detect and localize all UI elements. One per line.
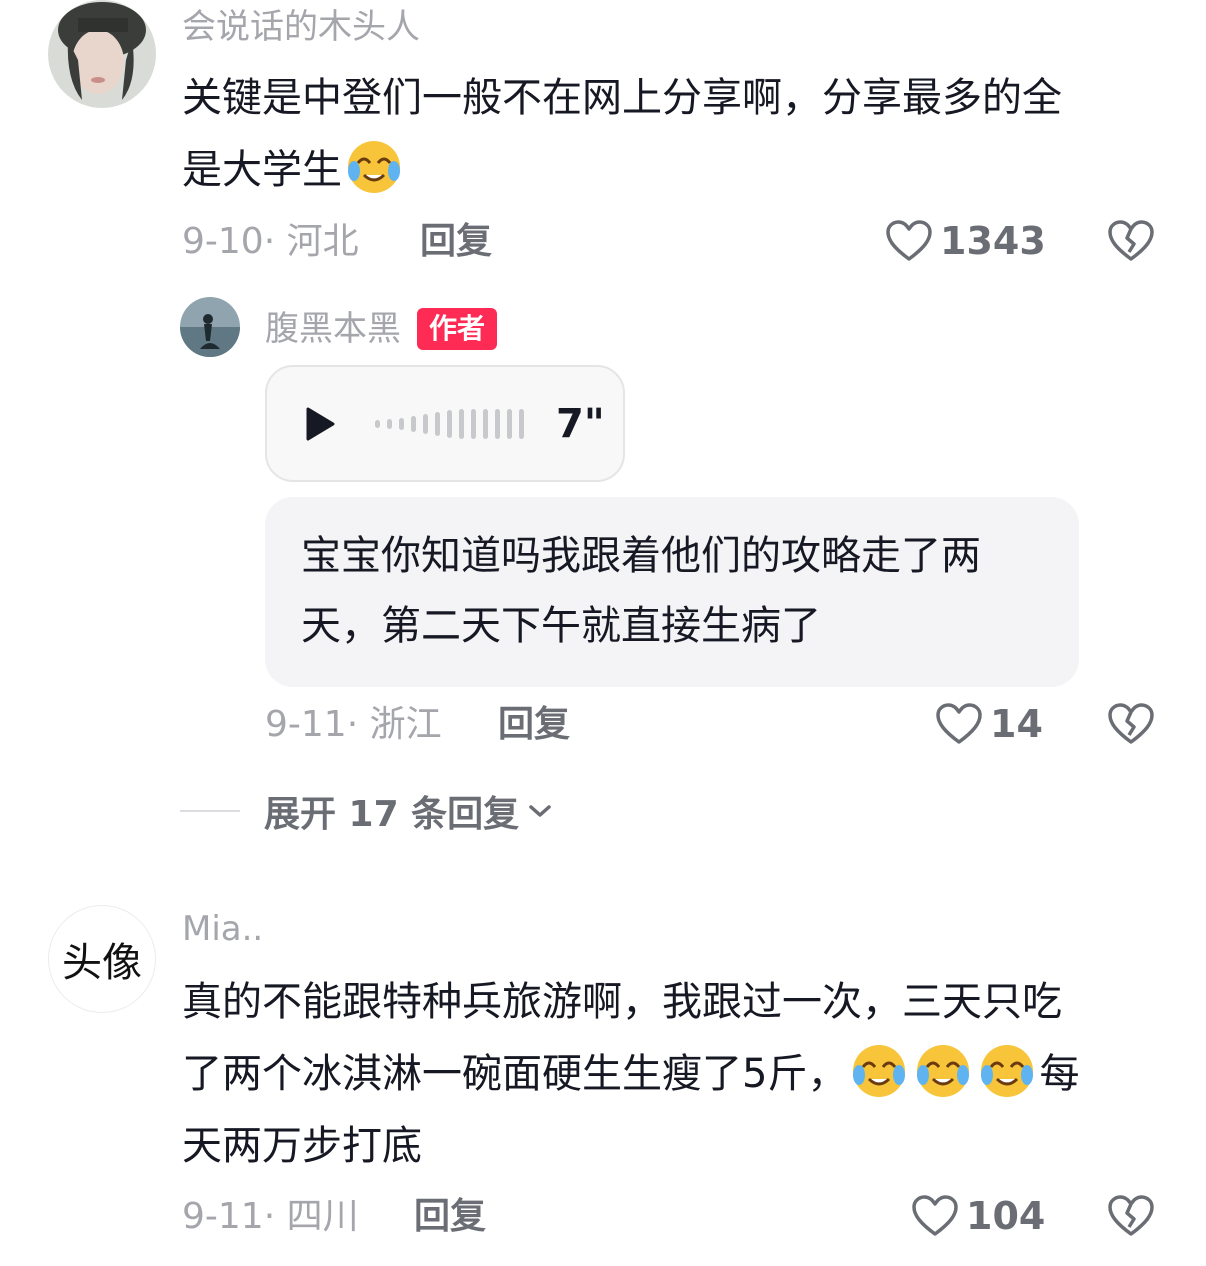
voice-waveform bbox=[375, 408, 524, 439]
comment-text-line: 是大学生 bbox=[182, 134, 1172, 206]
broken-heart-icon bbox=[1108, 220, 1154, 261]
comment-text-line: 了两个冰淇淋一碗面硬生生瘦了5斤， 每 bbox=[182, 1038, 1172, 1110]
reply-text-line: 宝宝你知道吗我跟着他们的攻略走了两 bbox=[301, 533, 981, 579]
comment-date-location: 9-11· 四川 bbox=[182, 1196, 359, 1237]
reply-button[interactable]: 回复 bbox=[414, 1199, 486, 1235]
author-reply-text: 宝宝你知道吗我跟着他们的攻略走了两 天，第二天下午就直接生病了 bbox=[265, 497, 1079, 687]
comment-username[interactable]: 会说话的木头人 bbox=[182, 10, 420, 44]
author-avatar[interactable] bbox=[180, 297, 240, 357]
author-header: 腹黑本黑 作者 bbox=[265, 308, 498, 350]
author-username[interactable]: 腹黑本黑 bbox=[265, 312, 401, 346]
comment-username[interactable]: Mia.. bbox=[182, 912, 263, 946]
comment-text-segment: 是大学生 bbox=[182, 147, 342, 193]
reply-date-location: 9-11· 浙江 bbox=[265, 704, 442, 745]
heart-icon bbox=[886, 220, 932, 261]
broken-heart-icon bbox=[1108, 703, 1154, 744]
comment-text-segment: 每 bbox=[1039, 1051, 1080, 1097]
like-count: 104 bbox=[966, 1194, 1046, 1238]
like-button[interactable]: 104 bbox=[912, 1195, 1045, 1237]
comment-text-line: 真的不能跟特种兵旅游啊，我跟过一次，三天只吃 bbox=[182, 979, 1062, 1025]
broken-heart-icon bbox=[1108, 1195, 1154, 1236]
crying-laugh-emoji-icon bbox=[981, 1045, 1034, 1097]
user-avatar-image bbox=[48, 0, 156, 108]
divider-line bbox=[180, 810, 240, 812]
heart-icon bbox=[936, 703, 982, 744]
like-count: 14 bbox=[990, 702, 1043, 746]
avatar[interactable] bbox=[48, 0, 156, 108]
crying-laugh-emoji-icon bbox=[917, 1045, 970, 1097]
comment-text-segment: 了两个冰淇淋一碗面硬生生瘦了5斤， bbox=[182, 1051, 848, 1097]
dislike-button[interactable] bbox=[1108, 220, 1154, 266]
crying-laugh-emoji-icon bbox=[853, 1045, 906, 1097]
reply-button[interactable]: 回复 bbox=[498, 707, 570, 743]
expand-replies-label: 展开 17 条回复 bbox=[264, 794, 520, 835]
avatar-placeholder-text: 头像 bbox=[62, 940, 142, 986]
reply-button[interactable]: 回复 bbox=[420, 224, 492, 260]
expand-replies-button[interactable]: 展开 17 条回复 bbox=[180, 785, 553, 837]
reply-text-line: 天，第二天下午就直接生病了 bbox=[301, 603, 821, 649]
like-count: 1343 bbox=[940, 219, 1046, 263]
voice-message[interactable]: 7" bbox=[265, 365, 625, 482]
comment-text: 关键是中登们一般不在网上分享啊，分享最多的全 是大学生 bbox=[182, 62, 1172, 206]
voice-duration: 7" bbox=[556, 400, 605, 447]
like-button[interactable]: 14 bbox=[936, 703, 1043, 745]
heart-icon bbox=[912, 1195, 958, 1236]
play-icon[interactable] bbox=[305, 407, 335, 441]
author-badge: 作者 bbox=[417, 308, 498, 350]
comment-date-location: 9-10· 河北 bbox=[182, 221, 359, 262]
comment-text: 真的不能跟特种兵旅游啊，我跟过一次，三天只吃 了两个冰淇淋一碗面硬生生瘦了5斤，… bbox=[182, 966, 1172, 1182]
like-button[interactable]: 1343 bbox=[886, 220, 1046, 262]
dislike-button[interactable] bbox=[1108, 703, 1154, 749]
crying-laugh-emoji-icon bbox=[348, 141, 400, 193]
chevron-down-icon bbox=[529, 805, 551, 817]
comment-text-line: 天两万步打底 bbox=[182, 1123, 422, 1169]
dislike-button[interactable] bbox=[1108, 1195, 1154, 1241]
comment-text-line: 关键是中登们一般不在网上分享啊，分享最多的全 bbox=[182, 75, 1062, 121]
avatar[interactable]: 头像 bbox=[48, 905, 156, 1013]
author-avatar-image bbox=[180, 297, 240, 357]
